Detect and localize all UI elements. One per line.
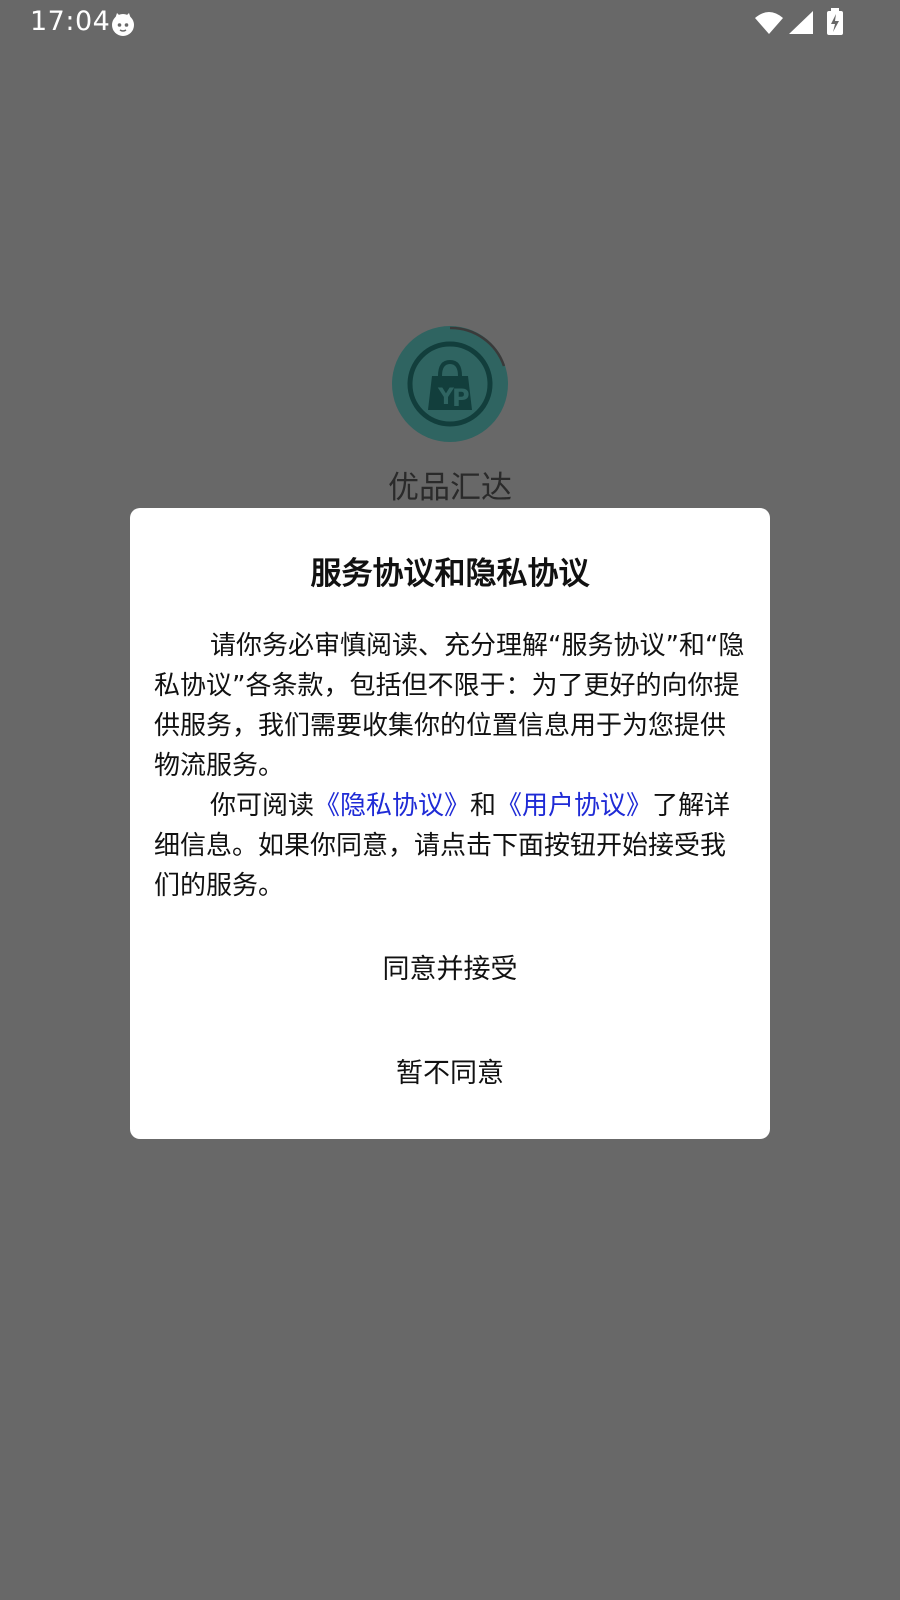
dialog-paragraph-1: 请你务必审慎阅读、充分理解“服务协议”和“隐私协议”各条款，包括但不限于：为了更… — [154, 631, 745, 781]
app-logo: Y P — [392, 326, 508, 442]
dialog-body: 请你务必审慎阅读、充分理解“服务协议”和“隐私协议”各条款，包括但不限于：为了更… — [154, 626, 748, 906]
dialog-paragraph-2: 你可阅读《隐私协议》和《用户协议》了解详细信息。如果你同意，请点击下面按钮开始接… — [154, 786, 748, 906]
and-text: 和 — [470, 791, 497, 821]
loading-spinner-icon — [449, 326, 506, 367]
signal-icon — [789, 11, 813, 34]
privacy-policy-link[interactable]: 《隐私协议》 — [314, 791, 470, 821]
battery-charging-icon — [827, 8, 843, 35]
status-bar: 17:04 — [0, 0, 900, 48]
agree-button[interactable]: 同意并接受 — [130, 934, 770, 998]
agreement-dialog: 服务协议和隐私协议 请你务必审慎阅读、充分理解“服务协议”和“隐私协议”各条款，… — [130, 508, 770, 1139]
app-name: 优品汇达 — [388, 470, 512, 506]
dialog-title: 服务协议和隐私协议 — [310, 556, 590, 592]
wifi-icon — [755, 12, 783, 34]
decline-button[interactable]: 暂不同意 — [130, 1038, 770, 1102]
user-agreement-link[interactable]: 《用户协议》 — [496, 791, 652, 821]
status-time: 17:04 — [30, 6, 111, 37]
cat-icon — [112, 13, 134, 36]
paragraph-2-prefix: 你可阅读 — [210, 791, 315, 821]
